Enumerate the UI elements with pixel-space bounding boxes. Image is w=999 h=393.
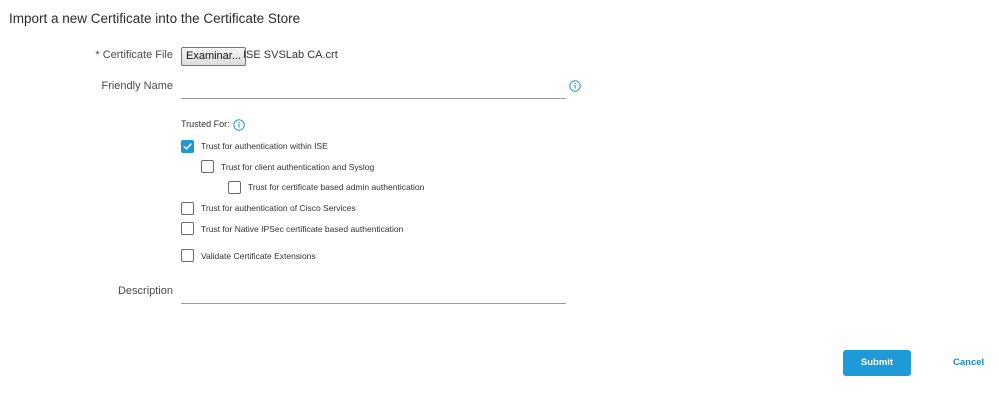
friendly-name-label: Friendly Name <box>101 80 173 92</box>
trust-client-auth-syslog-label: Trust for client authentication and Sysl… <box>221 162 375 172</box>
trust-ise-auth-label: Trust for authentication within ISE <box>201 141 328 151</box>
trust-cisco-services-label: Trust for authentication of Cisco Servic… <box>201 203 356 213</box>
checkmark-icon <box>183 143 192 150</box>
trust-ise-auth-checkbox[interactable] <box>181 140 194 153</box>
validate-extensions-label: Validate Certificate Extensions <box>201 251 316 261</box>
validate-extensions-checkbox[interactable] <box>181 249 194 262</box>
trust-native-ipsec-label: Trust for Native IPSec certificate based… <box>201 224 404 234</box>
description-input[interactable] <box>181 286 566 304</box>
trust-admin-auth-label: Trust for certificate based admin authen… <box>248 182 425 192</box>
page-title: Import a new Certificate into the Certif… <box>9 11 301 26</box>
cancel-button[interactable]: Cancel <box>953 357 984 368</box>
trusted-for-label: Trusted For: <box>181 119 230 129</box>
info-icon[interactable] <box>233 119 245 131</box>
info-icon[interactable] <box>569 80 581 92</box>
certificate-file-label: * Certificate File <box>95 49 173 61</box>
friendly-name-input[interactable] <box>181 81 566 99</box>
description-label: Description <box>117 285 173 297</box>
trust-client-auth-syslog-checkbox[interactable] <box>201 160 214 173</box>
trust-cisco-services-checkbox[interactable] <box>181 202 194 215</box>
trust-admin-auth-checkbox[interactable] <box>228 181 241 194</box>
trust-native-ipsec-checkbox[interactable] <box>181 222 194 235</box>
selected-file-name: ISE SVSLab CA.crt <box>243 49 338 61</box>
browse-file-button[interactable]: Examinar... <box>181 47 247 66</box>
submit-button[interactable]: Submit <box>843 350 911 376</box>
